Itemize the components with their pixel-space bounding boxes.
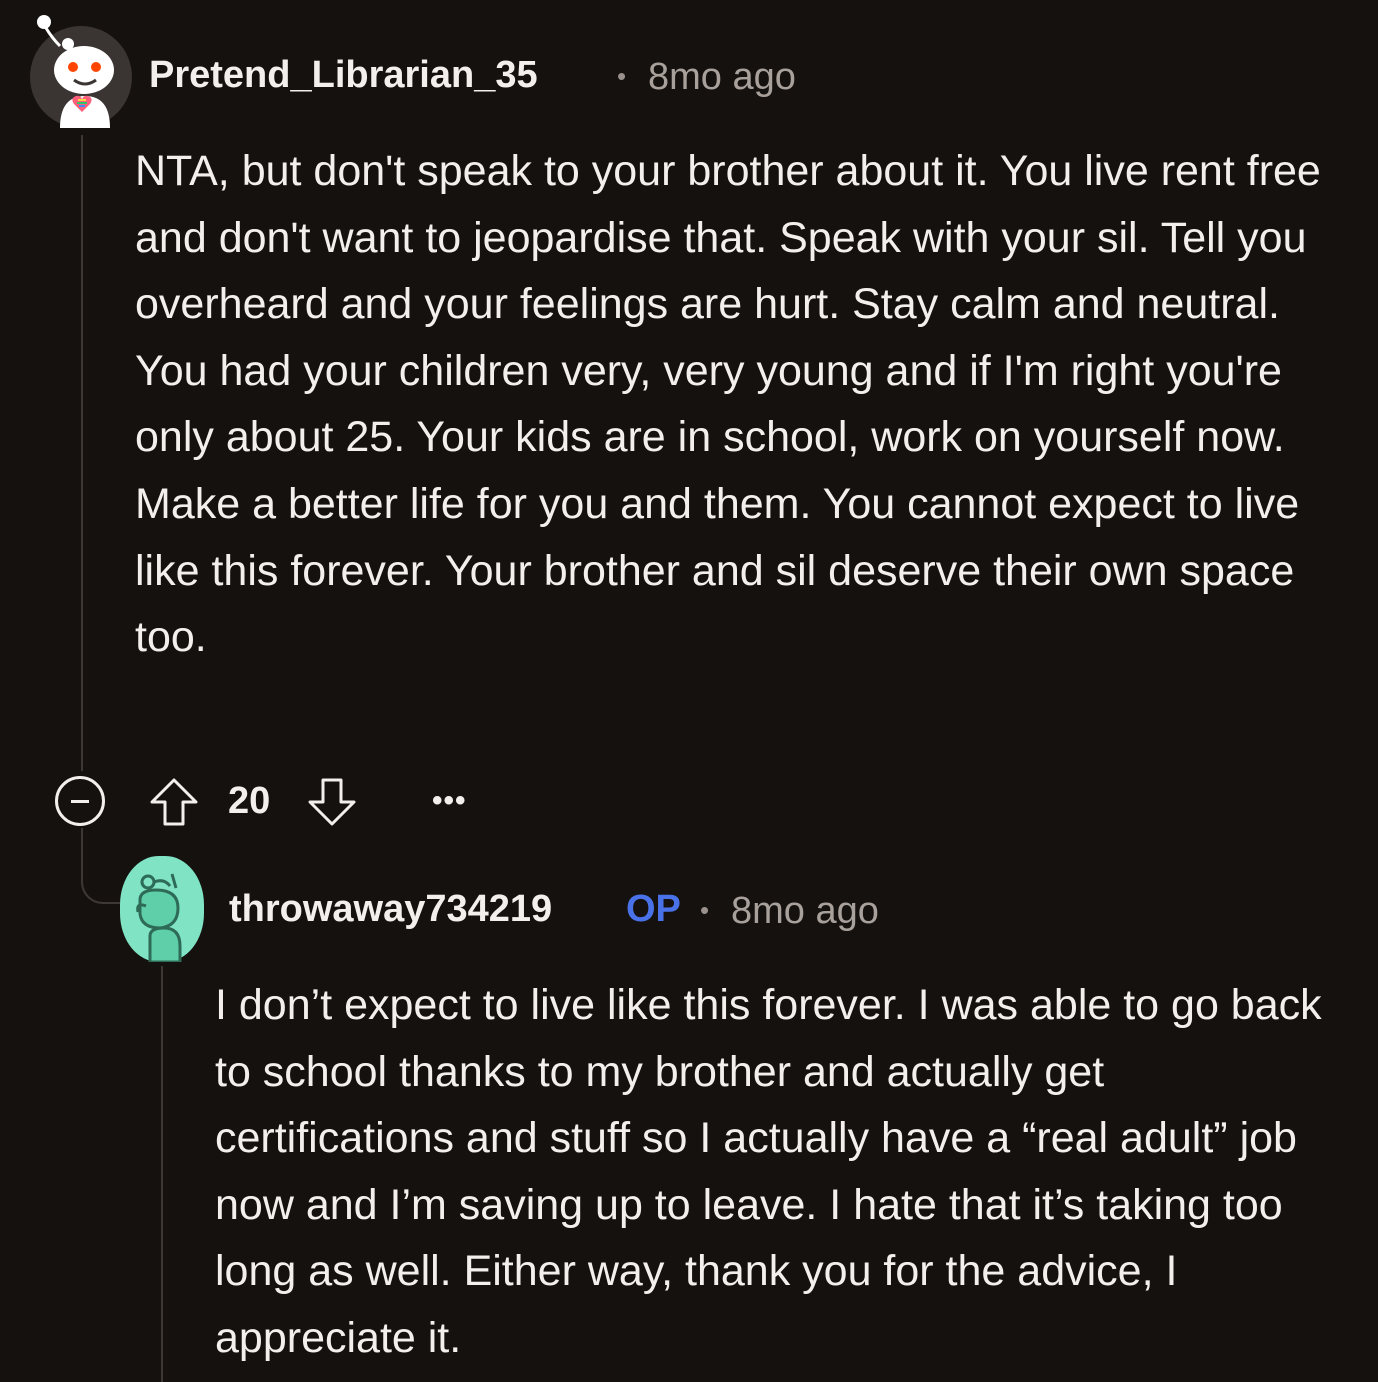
more-options-icon: ••• bbox=[432, 784, 467, 817]
comment-timestamp[interactable]: 8mo ago bbox=[731, 890, 879, 933]
thread-line[interactable] bbox=[81, 135, 83, 771]
comment-username[interactable]: throwaway734219 bbox=[229, 888, 552, 931]
comment-body: NTA, but don't speak to your brother abo… bbox=[135, 147, 1321, 662]
upvote-button[interactable] bbox=[148, 776, 200, 828]
vote-count: 20 bbox=[228, 780, 271, 822]
comment-body: I don’t expect to live like this forever… bbox=[215, 981, 1322, 1362]
user-avatar[interactable] bbox=[120, 856, 204, 962]
meta-separator: • bbox=[700, 895, 710, 925]
collapse-icon bbox=[71, 800, 89, 803]
comment-timestamp[interactable]: 8mo ago bbox=[648, 56, 796, 99]
more-options-button[interactable]: ••• bbox=[432, 786, 474, 816]
op-badge: OP bbox=[626, 888, 681, 930]
user-avatar[interactable] bbox=[30, 15, 132, 128]
downvote-button[interactable] bbox=[306, 776, 358, 828]
thread-reply-connector bbox=[81, 828, 121, 904]
meta-separator: • bbox=[617, 61, 627, 91]
thread-line[interactable] bbox=[161, 966, 163, 1382]
upvote-icon bbox=[150, 778, 198, 826]
snoo-avatar-icon bbox=[37, 15, 114, 128]
collapse-thread-button[interactable] bbox=[55, 776, 105, 826]
downvote-icon bbox=[308, 778, 356, 826]
snoo-avatar-icon bbox=[136, 873, 182, 962]
comment-username[interactable]: Pretend_Librarian_35 bbox=[149, 54, 538, 97]
